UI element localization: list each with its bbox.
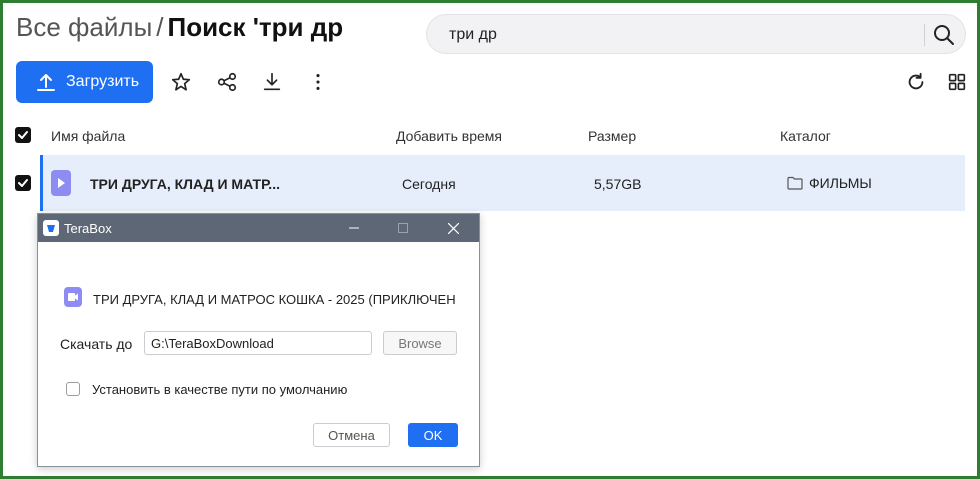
cancel-button[interactable]: Отмена: [313, 423, 390, 447]
terabox-logo-icon: [43, 220, 59, 236]
folder-icon: [787, 176, 803, 190]
video-file-icon: [64, 286, 82, 308]
ok-button[interactable]: OK: [408, 423, 458, 447]
breadcrumb-separator: /: [156, 12, 164, 42]
share-icon[interactable]: [214, 69, 240, 95]
search-box[interactable]: три др: [426, 14, 966, 54]
upload-button[interactable]: Загрузить: [16, 61, 153, 103]
table-row[interactable]: ТРИ ДРУГА, КЛАД И МАТР... Сегодня 5,57GB…: [40, 155, 965, 211]
column-header-folder[interactable]: Каталог: [780, 128, 831, 144]
close-icon[interactable]: [443, 218, 463, 238]
page-title: Поиск 'три др: [167, 12, 344, 42]
search-input[interactable]: три др: [449, 26, 497, 44]
file-size: 5,57GB: [594, 176, 642, 192]
browse-button[interactable]: Browse: [383, 331, 457, 355]
row-checkbox[interactable]: [15, 175, 31, 191]
dialog-titlebar[interactable]: TeraBox: [38, 214, 479, 242]
column-header-name[interactable]: Имя файла: [51, 128, 125, 144]
dialog-title: TeraBox: [64, 221, 112, 236]
column-header-time[interactable]: Добавить время: [396, 128, 502, 144]
column-header-size[interactable]: Размер: [588, 128, 636, 144]
breadcrumb-root[interactable]: Все файлы: [16, 12, 152, 42]
video-file-icon: [50, 169, 72, 197]
search-icon[interactable]: [932, 23, 956, 47]
default-path-checkbox[interactable]: [66, 382, 80, 396]
search-divider: [924, 24, 925, 46]
upload-icon: [37, 74, 55, 91]
file-folder[interactable]: ФИЛЬМЫ: [787, 175, 872, 191]
star-icon[interactable]: [168, 69, 194, 95]
breadcrumb: Все файлы / Поиск 'три др: [16, 12, 343, 43]
select-all-checkbox[interactable]: [15, 127, 31, 143]
folder-name: ФИЛЬМЫ: [809, 175, 872, 191]
grid-view-icon[interactable]: [944, 69, 970, 95]
download-path-field[interactable]: G:\TeraBoxDownload: [144, 331, 372, 355]
check-icon: [18, 179, 28, 187]
maximize-icon[interactable]: [393, 218, 413, 238]
download-to-label: Скачать до: [60, 336, 133, 352]
dialog-file-name: ТРИ ДРУГА, КЛАД И МАТРОС КОШКА - 2025 (П…: [93, 292, 456, 307]
upload-label: Загрузить: [66, 73, 140, 90]
download-icon[interactable]: [259, 69, 285, 95]
check-icon: [18, 131, 28, 139]
default-path-label: Установить в качестве пути по умолчанию: [92, 382, 348, 397]
file-time: Сегодня: [402, 176, 456, 192]
download-dialog: TeraBox ТРИ ДРУГА, КЛАД И МАТРОС КОШКА -…: [37, 213, 480, 467]
file-name[interactable]: ТРИ ДРУГА, КЛАД И МАТР...: [90, 176, 280, 192]
refresh-icon[interactable]: [903, 69, 929, 95]
more-icon[interactable]: [305, 69, 331, 95]
minimize-icon[interactable]: [344, 218, 364, 238]
